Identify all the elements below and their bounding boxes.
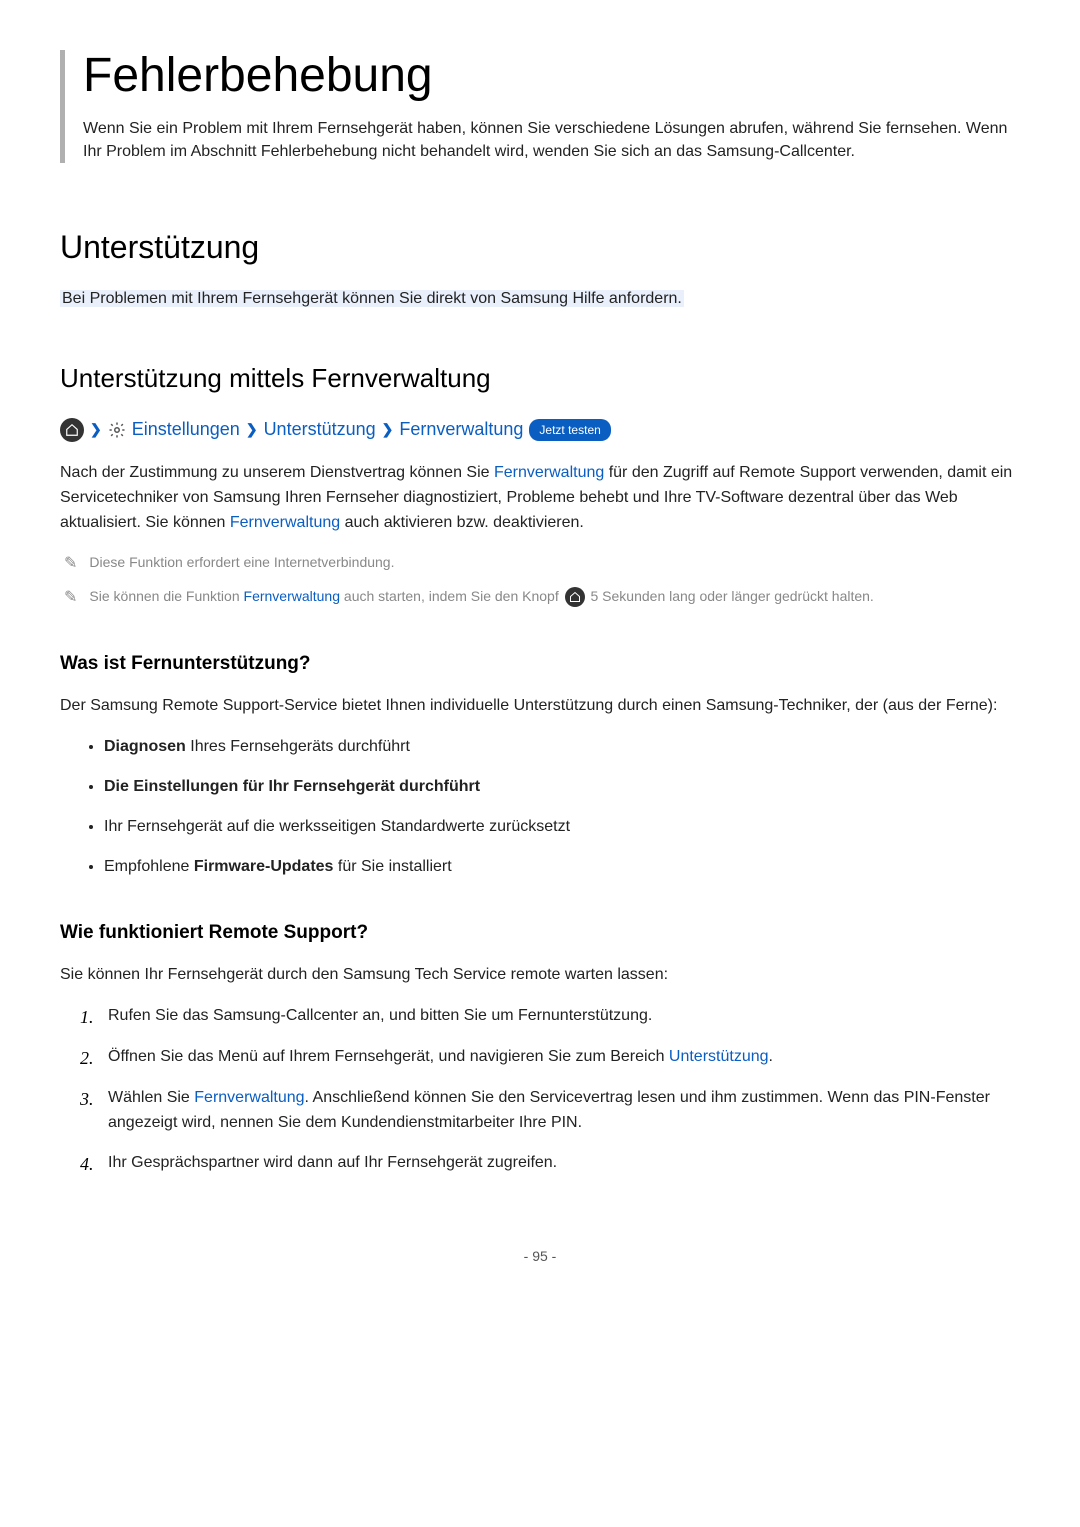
home-icon <box>60 418 84 442</box>
pencil-icon: ✎ <box>64 586 77 610</box>
link-fernverwaltung[interactable]: Fernverwaltung <box>244 588 341 604</box>
list-item: Ihr Gesprächspartner wird dann auf Ihr F… <box>80 1151 1020 1176</box>
list-item: Öffnen Sie das Menü auf Ihrem Fernsehger… <box>80 1045 1020 1070</box>
link-fernverwaltung[interactable]: Fernverwaltung <box>230 514 340 531</box>
section-support-heading: Unterstützung <box>60 223 1020 271</box>
steps-list: Rufen Sie das Samsung-Callcenter an, und… <box>60 1004 1020 1176</box>
page-intro: Wenn Sie ein Problem mit Ihrem Fernsehge… <box>83 117 1020 163</box>
note-hold-button: ✎ Sie können die Funktion Fernverwaltung… <box>60 586 1020 610</box>
link-support[interactable]: Unterstützung <box>669 1048 769 1065</box>
how-works-paragraph: Sie können Ihr Fernsehgerät durch den Sa… <box>60 963 1020 988</box>
try-now-badge[interactable]: Jetzt testen <box>529 419 610 441</box>
subheading-how-works: Wie funktioniert Remote Support? <box>60 919 1020 948</box>
gear-icon <box>108 421 126 439</box>
list-item: Rufen Sie das Samsung-Callcenter an, und… <box>80 1004 1020 1029</box>
subsection-remote-heading: Unterstützung mittels Fernverwaltung <box>60 359 1020 398</box>
page-title: Fehlerbehebung <box>83 50 1020 103</box>
what-is-paragraph: Der Samsung Remote Support-Service biete… <box>60 694 1020 719</box>
list-item: Die Einstellungen für Ihr Fernsehgerät d… <box>104 775 1020 799</box>
list-item: Diagnosen Ihres Fernsehgeräts durchführt <box>104 735 1020 759</box>
section-support-highlight: Bei Problemen mit Ihrem Fernsehgerät kön… <box>60 290 684 307</box>
link-fernverwaltung[interactable]: Fernverwaltung <box>194 1089 304 1106</box>
link-fernverwaltung[interactable]: Fernverwaltung <box>494 464 604 481</box>
pencil-icon: ✎ <box>64 552 77 576</box>
nav-path: ❯ Einstellungen ❯ Unterstützung ❯ Fernve… <box>60 416 1020 443</box>
nav-support[interactable]: Unterstützung <box>264 416 376 443</box>
remote-paragraph: Nach der Zustimmung zu unserem Dienstver… <box>60 461 1020 535</box>
chevron-icon: ❯ <box>90 419 102 440</box>
chevron-icon: ❯ <box>382 419 394 440</box>
note-internet: ✎ Diese Funktion erfordert eine Internet… <box>60 552 1020 576</box>
nav-settings[interactable]: Einstellungen <box>132 416 240 443</box>
page-number: - 95 - <box>60 1246 1020 1267</box>
list-item: Ihr Fernsehgerät auf die werksseitigen S… <box>104 815 1020 839</box>
home-icon <box>565 587 585 607</box>
nav-remote[interactable]: Fernverwaltung <box>399 416 523 443</box>
list-item: Empfohlene Firmware-Updates für Sie inst… <box>104 855 1020 879</box>
bullet-list: Diagnosen Ihres Fernsehgeräts durchführt… <box>60 735 1020 879</box>
list-item: Wählen Sie Fernverwaltung. Anschließend … <box>80 1086 1020 1136</box>
subheading-what-is: Was ist Fernunterstützung? <box>60 650 1020 679</box>
title-block: Fehlerbehebung Wenn Sie ein Problem mit … <box>60 50 1020 163</box>
chevron-icon: ❯ <box>246 419 258 440</box>
